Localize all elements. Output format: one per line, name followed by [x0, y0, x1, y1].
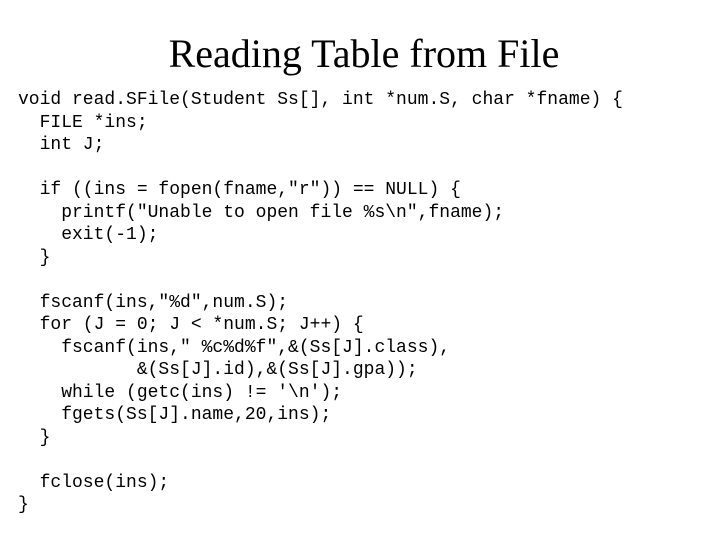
slide-title: Reading Table from File [18, 30, 710, 77]
slide: Reading Table from File void read.SFile(… [0, 0, 720, 540]
code-block: void read.SFile(Student Ss[], int *num.S… [18, 89, 710, 517]
